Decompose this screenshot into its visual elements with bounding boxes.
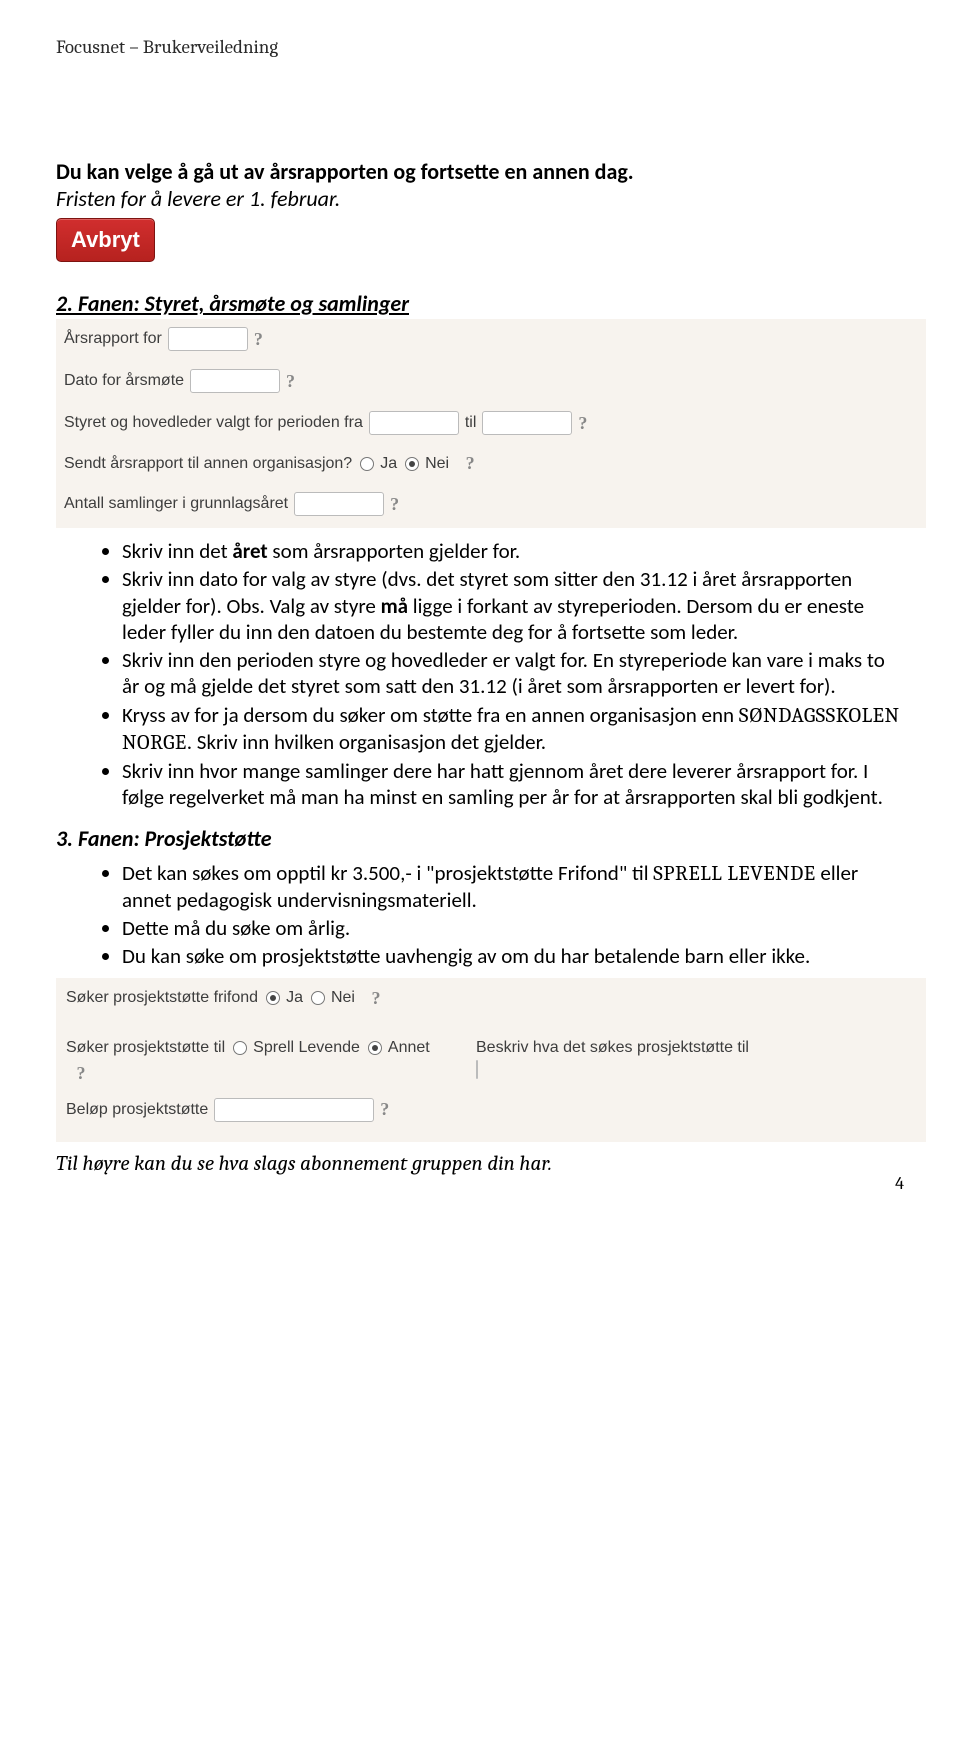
page-header: Focusnet – Brukerveiledning	[56, 36, 904, 58]
label-belop: Beløp prosjektstøtte	[66, 1101, 208, 1119]
label-til: til	[465, 414, 477, 432]
list-item: Det kan søkes om opptil kr 3.500,- i "pr…	[122, 860, 904, 914]
help-icon[interactable]: ?	[371, 988, 380, 1009]
arsrapport-year-input[interactable]	[168, 327, 248, 351]
radio-ja[interactable]	[360, 457, 374, 471]
label-soker-til: Søker prosjektstøtte til	[66, 1039, 225, 1057]
section-3-title: 3. Fanen: Prosjektstøtte	[56, 825, 904, 852]
label-nei: Nei	[331, 989, 355, 1007]
label-periode-fra: Styret og hovedleder valgt for perioden …	[64, 414, 363, 432]
list-item: Skriv inn hvor mange samlinger dere har …	[122, 758, 904, 811]
list-item: Dette må du søke om årlig.	[122, 915, 904, 941]
label-dato-arsmote: Dato for årsmøte	[64, 372, 184, 390]
help-icon[interactable]: ?	[390, 494, 399, 515]
help-icon[interactable]: ?	[76, 1063, 85, 1084]
label-arsrapport-for: Årsrapport for	[64, 330, 162, 348]
radio-nei[interactable]	[405, 457, 419, 471]
label-antall-samlinger: Antall samlinger i grunnlagsåret	[64, 495, 288, 513]
label-ja: Ja	[380, 455, 397, 473]
list-item: Du kan søke om prosjektstøtte uavhengig …	[122, 943, 904, 969]
radio-frifond-nei[interactable]	[311, 991, 325, 1005]
beskriv-input[interactable]	[476, 1060, 478, 1079]
belop-input[interactable]	[214, 1098, 374, 1122]
cancel-button[interactable]: Avbryt	[56, 218, 155, 262]
help-icon[interactable]: ?	[466, 453, 475, 474]
form-prosjektstotte: Søker prosjektstøtte frifond Ja Nei ? Sø…	[56, 978, 926, 1142]
label-annet: Annet	[388, 1039, 430, 1057]
help-icon[interactable]: ?	[286, 371, 295, 392]
section2-bullets: Skriv inn det året som årsrapporten gjel…	[56, 538, 904, 811]
label-soker-frifond: Søker prosjektstøtte frifond	[66, 989, 258, 1007]
closing-text: Til høyre kan du se hva slags abonnement…	[56, 1152, 904, 1176]
antall-samlinger-input[interactable]	[294, 492, 384, 516]
section-2-title: 2. Fanen: Styret, årsmøte og samlinger	[56, 290, 904, 317]
label-beskriv: Beskriv hva det søkes prosjektstøtte til	[476, 1039, 916, 1057]
help-icon[interactable]: ?	[578, 413, 587, 434]
radio-frifond-ja[interactable]	[266, 991, 280, 1005]
radio-sprell[interactable]	[233, 1041, 247, 1055]
radio-annet[interactable]	[368, 1041, 382, 1055]
label-nei: Nei	[425, 455, 449, 473]
page-number: 4	[895, 1173, 904, 1194]
label-sprell: Sprell Levende	[253, 1039, 360, 1057]
list-item: Skriv inn det året som årsrapporten gjel…	[122, 538, 904, 564]
intro-line-1: Du kan velge å gå ut av årsrapporten og …	[56, 158, 904, 185]
list-item: Skriv inn den perioden styre og hovedled…	[122, 647, 904, 700]
help-icon[interactable]: ?	[254, 329, 263, 350]
help-icon[interactable]: ?	[380, 1099, 389, 1120]
periode-til-input[interactable]	[482, 411, 572, 435]
section3-bullets: Det kan søkes om opptil kr 3.500,- i "pr…	[56, 860, 904, 970]
intro-line-2: Fristen for å levere er 1. februar.	[56, 185, 904, 212]
list-item: Kryss av for ja dersom du søker om støtt…	[122, 702, 904, 757]
list-item: Skriv inn dato for valg av styre (dvs. d…	[122, 566, 904, 645]
form-styret: Årsrapport for ? Dato for årsmøte ? Styr…	[56, 319, 926, 528]
periode-fra-input[interactable]	[369, 411, 459, 435]
label-sendt-annen: Sendt årsrapport til annen organisasjon?	[64, 455, 352, 473]
dato-arsmote-input[interactable]	[190, 369, 280, 393]
label-ja: Ja	[286, 989, 303, 1007]
